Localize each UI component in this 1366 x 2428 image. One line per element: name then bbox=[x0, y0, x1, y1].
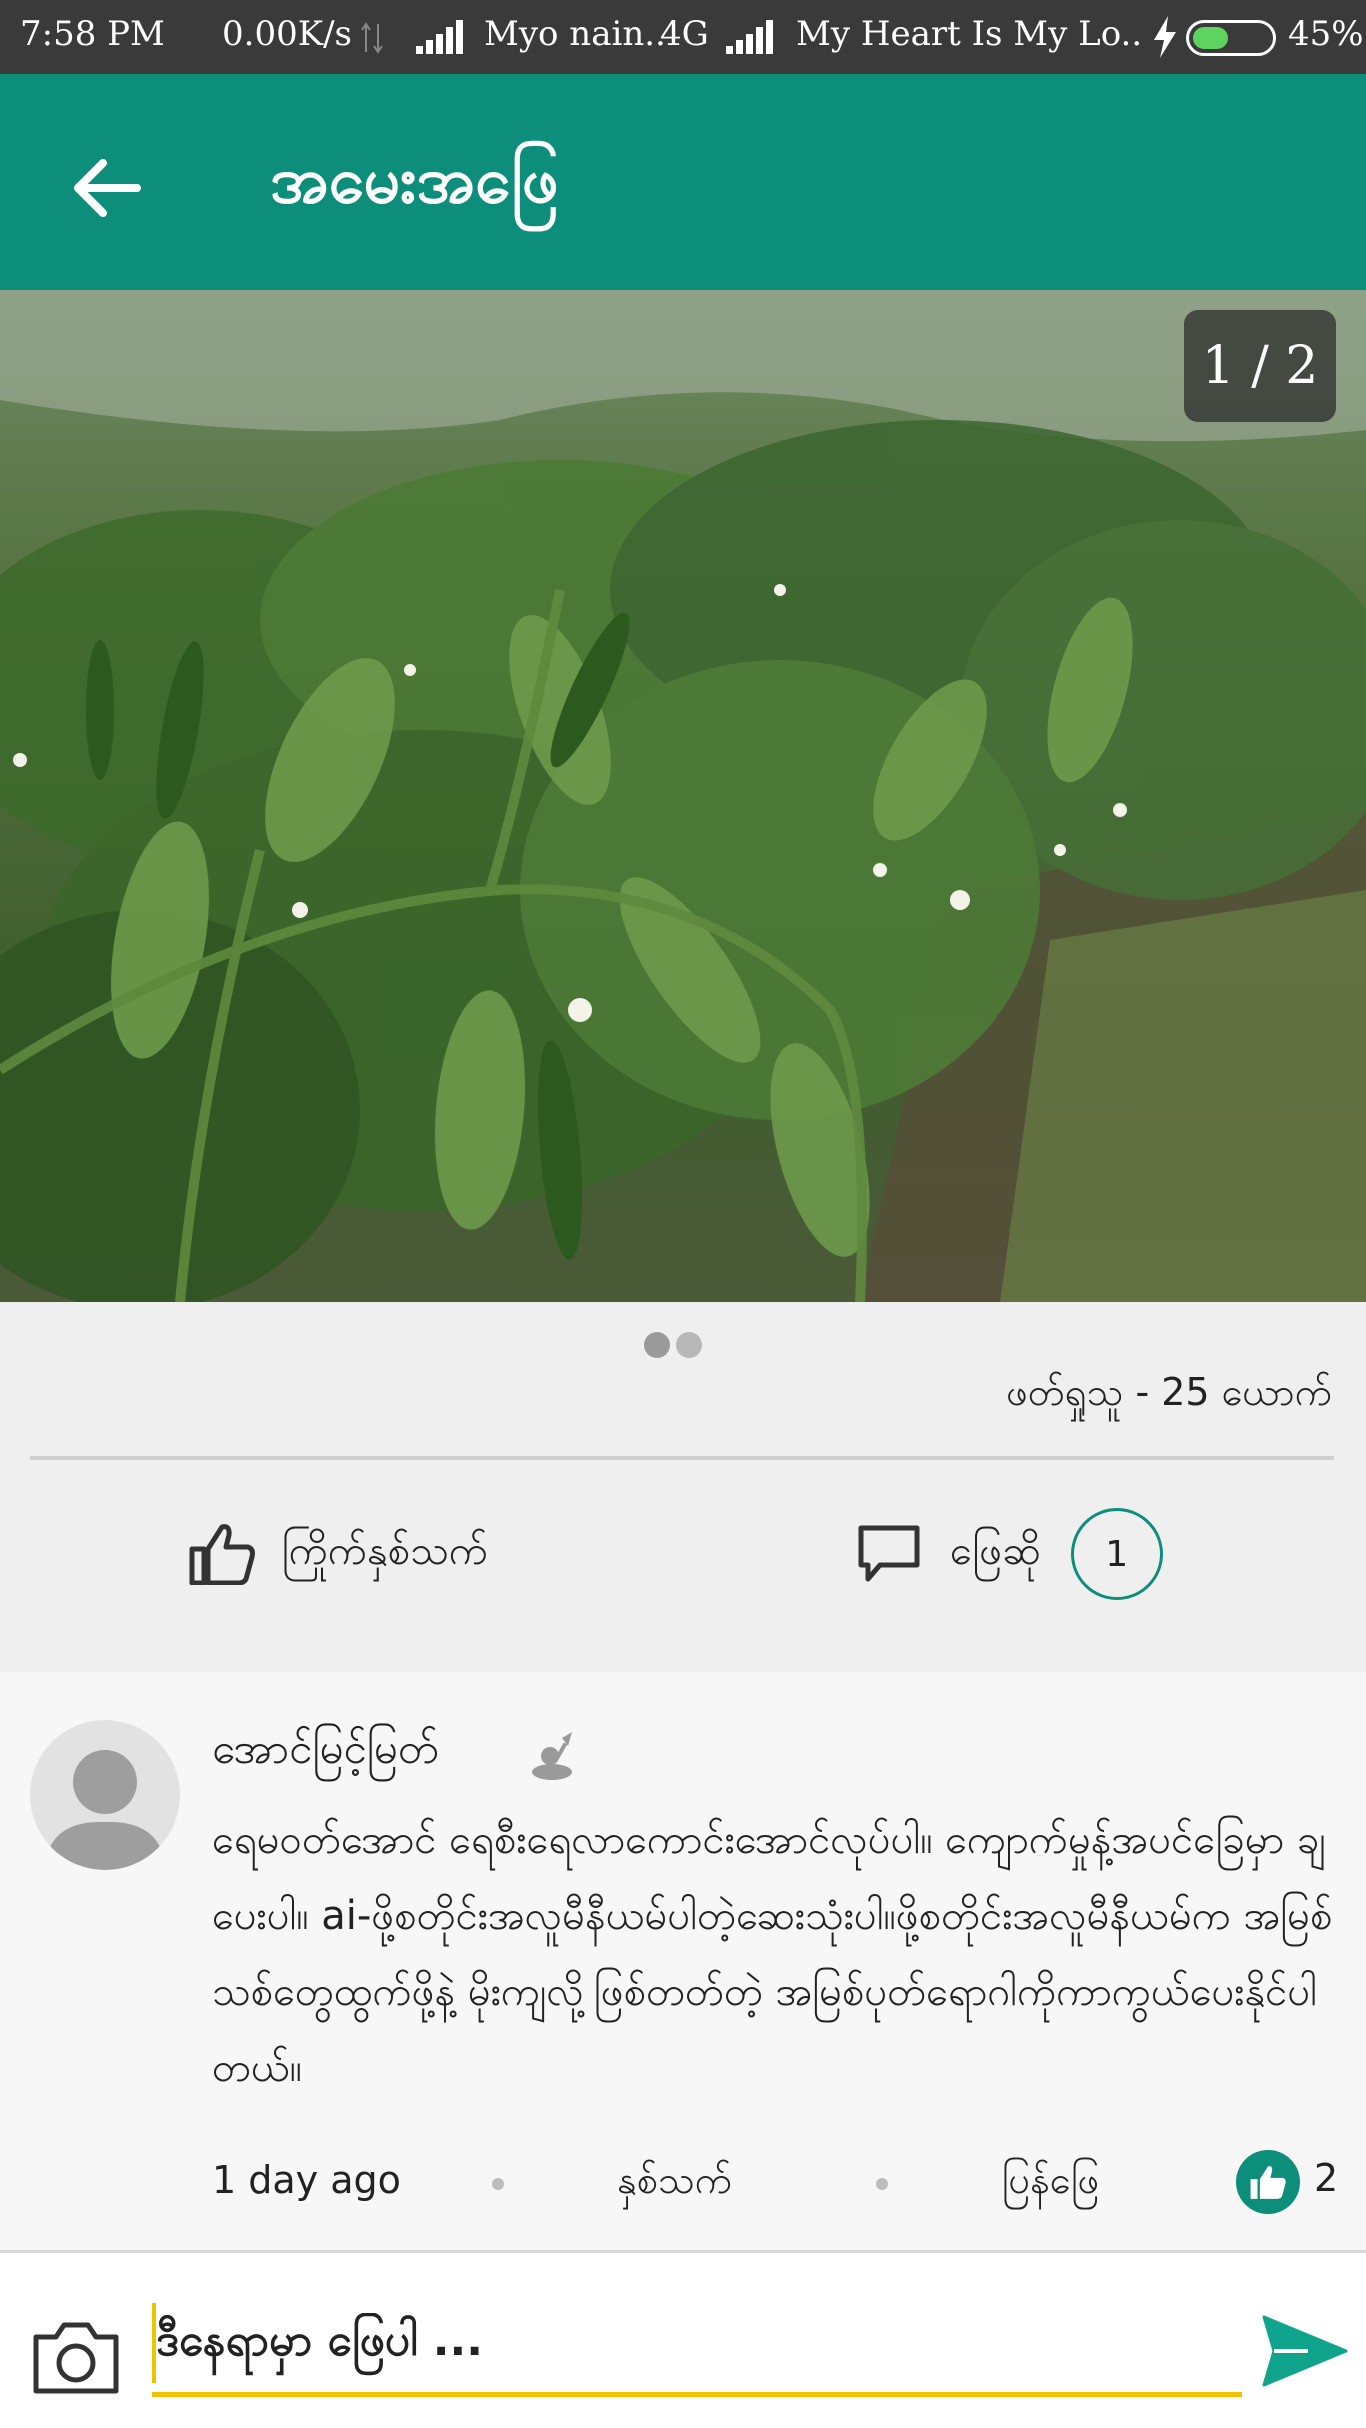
status-bar: 7:58 PM 0.00K/s Myo nain.. 4G My Heart I… bbox=[0, 0, 1366, 74]
thumbs-up-icon bbox=[189, 1524, 255, 1585]
chili-plants-image bbox=[0, 290, 1366, 1302]
answer-count-badge: 1 bbox=[1070, 1508, 1163, 1600]
status-network-speed: 0.00K/s bbox=[222, 14, 353, 54]
comment-text: ရေမဝတ်အောင် ရေစီးရေလာကောင်းအောင်လုပ်ပါ။ … bbox=[212, 1817, 1333, 2091]
answer-label: ဖြေဆို bbox=[950, 1527, 1041, 1574]
viewer-count: ဖတ်ရှုသူ - 25 ယောက် bbox=[1006, 1370, 1332, 1414]
post-photo[interactable]: 1 / 2 bbox=[0, 290, 1366, 1302]
carousel-dot[interactable] bbox=[644, 1332, 670, 1358]
like-label: ကြိုက်နှစ်သက် bbox=[282, 1527, 488, 1574]
back-button[interactable] bbox=[60, 142, 152, 234]
avatar[interactable] bbox=[30, 1720, 180, 1870]
carousel-dot[interactable] bbox=[676, 1332, 702, 1358]
carousel-indicator[interactable] bbox=[644, 1332, 702, 1358]
camera-icon[interactable] bbox=[30, 2317, 122, 2397]
signal-icon bbox=[726, 20, 774, 54]
image-counter: 1 / 2 bbox=[1184, 310, 1336, 422]
like-button[interactable]: ကြိုက်နှစ်သက် bbox=[188, 1514, 488, 1594]
user-placeholder-icon bbox=[44, 1750, 166, 1870]
comment-time: 1 day ago bbox=[212, 2158, 401, 2202]
divider bbox=[30, 1456, 1334, 1460]
comment-like-count: 2 bbox=[1314, 2156, 1339, 2200]
comment-meta: 1 day ago နှစ်သက် ပြန်ဖြေ 2 bbox=[212, 2142, 1342, 2222]
status-network-type: 4G bbox=[660, 14, 709, 54]
signal-icon bbox=[416, 20, 464, 54]
thumbs-up-icon bbox=[1250, 2166, 1286, 2199]
charging-icon bbox=[1154, 16, 1176, 58]
status-carrier-1: Myo nain.. bbox=[484, 14, 666, 54]
separator-dot bbox=[876, 2178, 888, 2190]
app-bar: အမေးအဖြေ bbox=[0, 74, 1366, 290]
comment-like-count-icon[interactable] bbox=[1236, 2150, 1300, 2214]
comment-author[interactable]: အောင်မြင့်မြတ် bbox=[212, 1722, 439, 1784]
battery-percent: 45% bbox=[1288, 14, 1364, 54]
answer-input[interactable] bbox=[152, 2289, 1242, 2397]
battery-icon bbox=[1186, 20, 1276, 56]
data-arrows-icon bbox=[361, 22, 383, 54]
status-time: 7:58 PM bbox=[20, 14, 165, 54]
answer-composer bbox=[0, 2250, 1366, 2428]
arrow-left-icon bbox=[74, 159, 141, 217]
comment-icon bbox=[858, 1525, 920, 1582]
answer-button[interactable]: ဖြေဆို 1 bbox=[858, 1504, 1163, 1604]
status-carrier-2: My Heart Is My Lo.. bbox=[796, 14, 1143, 54]
text-cursor bbox=[152, 2303, 156, 2383]
separator-dot bbox=[492, 2178, 504, 2190]
comment-like-button[interactable]: နှစ်သက် bbox=[617, 2156, 732, 2212]
comment-item: အောင်မြင့်မြတ် ရေမဝတ်အောင် ရေစီးရေလာကောင… bbox=[0, 1672, 1366, 2250]
post-info: ဖတ်ရှုသူ - 25 ယောက် ကြိုက်နှစ်သက် ဖြေဆို… bbox=[0, 1302, 1366, 1672]
page-title: အမေးအဖြေ bbox=[270, 144, 559, 218]
send-icon[interactable] bbox=[1262, 2313, 1348, 2389]
farmer-badge-icon bbox=[532, 1732, 572, 1780]
comment-reply-button[interactable]: ပြန်ဖြေ bbox=[1002, 2156, 1099, 2212]
